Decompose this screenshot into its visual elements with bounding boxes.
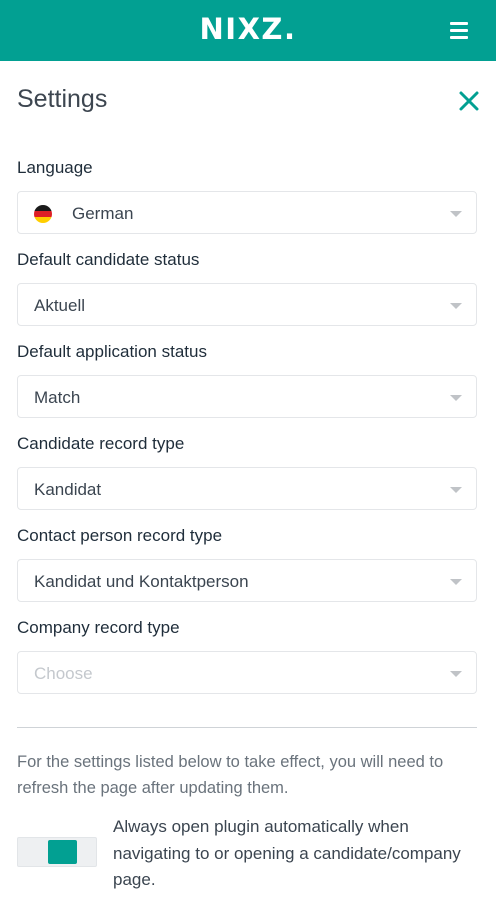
- candidate-status-label: Default candidate status: [17, 250, 200, 269]
- chevron-down-icon: [450, 671, 462, 677]
- language-label: Language: [17, 158, 93, 177]
- hamburger-menu-icon[interactable]: [448, 20, 470, 40]
- candidate-status-select-value: Aktuell: [34, 296, 86, 315]
- germany-flag-icon: [34, 205, 52, 223]
- application-status-label: Default application status: [17, 342, 207, 361]
- section-divider: [17, 727, 477, 728]
- chevron-down-icon: [450, 579, 462, 585]
- application-status-select-value: Match: [34, 388, 81, 407]
- candidate-record-type-select-value: Kandidat: [34, 480, 102, 499]
- chevron-down-icon: [450, 395, 462, 401]
- contact-record-type-select-value: Kandidat und Kontaktperson: [34, 572, 249, 591]
- toggle-knob: [48, 840, 77, 864]
- app-header: NIXZ.: [0, 0, 496, 61]
- app-logo: NIXZ.: [199, 12, 297, 46]
- contact-record-type-label: Contact person record type: [17, 526, 223, 545]
- auto-open-toggle-label: Always open plugin automatically when na…: [113, 817, 461, 889]
- candidate-record-type-label: Candidate record type: [17, 434, 185, 453]
- company-record-type-placeholder: Choose: [34, 664, 93, 683]
- candidate-status-select[interactable]: Aktuell: [17, 283, 477, 326]
- chevron-down-icon: [450, 487, 462, 493]
- page-title: Settings: [17, 85, 108, 113]
- close-icon[interactable]: [458, 90, 480, 112]
- language-select[interactable]: German: [17, 191, 477, 234]
- language-select-value: German: [72, 204, 134, 223]
- company-record-type-label: Company record type: [17, 618, 180, 637]
- candidate-record-type-select[interactable]: Kandidat: [17, 467, 477, 510]
- chevron-down-icon: [450, 211, 462, 217]
- refresh-note: For the settings listed below to take ef…: [17, 753, 444, 797]
- company-record-type-select[interactable]: Choose: [17, 651, 477, 694]
- auto-open-toggle[interactable]: [17, 837, 97, 867]
- application-status-select[interactable]: Match: [17, 375, 477, 418]
- contact-record-type-select[interactable]: Kandidat und Kontaktperson: [17, 559, 477, 602]
- chevron-down-icon: [450, 303, 462, 309]
